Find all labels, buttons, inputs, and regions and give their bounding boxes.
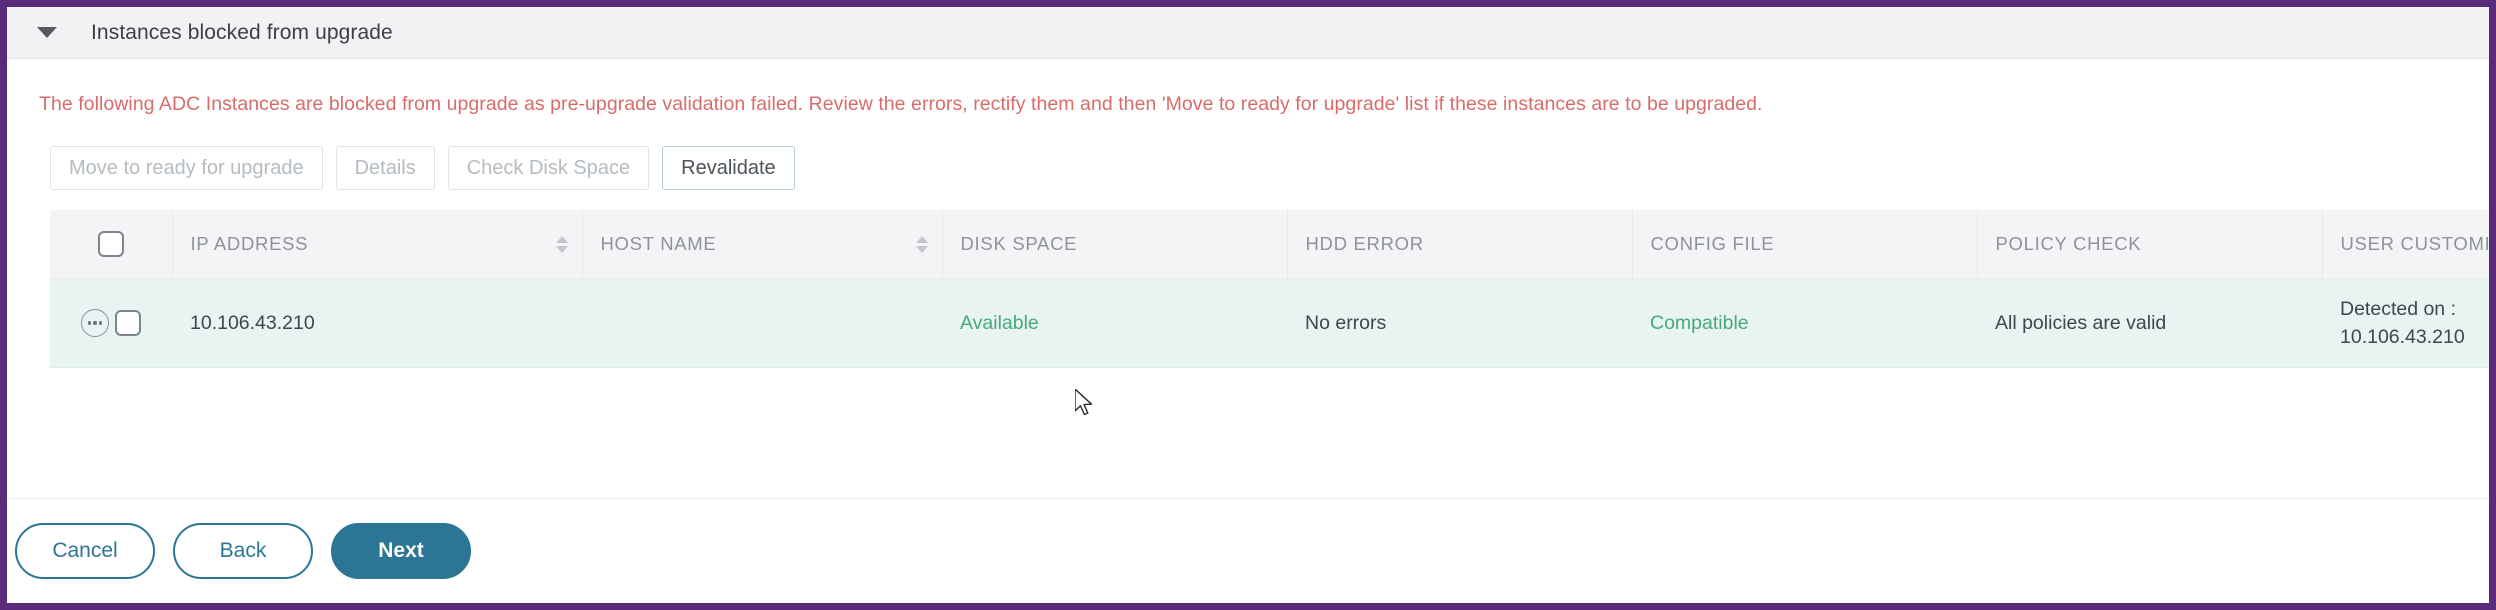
column-label-user-customization: USER CUSTOMIZATION <box>2340 233 2490 254</box>
mouse-cursor <box>1075 389 1093 416</box>
column-label-config-file: CONFIG FILE <box>1650 233 1775 254</box>
revalidate-button[interactable]: Revalidate <box>662 146 795 190</box>
cell-ip-address: 10.106.43.210 <box>172 278 582 368</box>
upgrade-wizard-panel: Instances blocked from upgrade The follo… <box>0 0 2496 610</box>
wizard-footer: Cancel Back Next <box>7 498 2489 603</box>
section-header[interactable]: Instances blocked from upgrade <box>7 7 2489 59</box>
page-title: Instances blocked from upgrade <box>91 20 393 44</box>
chevron-down-icon[interactable] <box>37 27 57 38</box>
user-customization-line2: 10.106.43.210 <box>2340 326 2465 348</box>
cell-user-customization: Detected on : 10.106.43.210 <box>2322 278 2489 368</box>
cell-config-file: Compatible <box>1632 278 1977 368</box>
cell-hdd-error: No errors <box>1287 278 1632 368</box>
user-customization-line1: Detected on : <box>2340 297 2456 320</box>
cell-disk-space: Available <box>942 278 1287 368</box>
column-header-user-customization[interactable]: USER CUSTOMIZATION <box>2322 210 2490 279</box>
cell-policy-check: All policies are valid <box>1977 278 2322 368</box>
warning-message: The following ADC Instances are blocked … <box>39 93 1763 115</box>
instances-table: IP ADDRESS HOST NAME DISK SPACE HDD ERRO… <box>50 210 2490 368</box>
table-toolbar: Move to ready for upgrade Details Check … <box>7 116 2489 190</box>
instances-table-container: IP ADDRESS HOST NAME DISK SPACE HDD ERRO… <box>50 210 2490 368</box>
check-disk-space-button[interactable]: Check Disk Space <box>447 146 650 190</box>
select-all-header <box>50 210 173 279</box>
sort-arrows-icon[interactable] <box>555 235 568 253</box>
column-header-disk-space[interactable]: DISK SPACE <box>942 210 1288 279</box>
table-header-row: IP ADDRESS HOST NAME DISK SPACE HDD ERRO… <box>50 210 2490 279</box>
column-label-ip-address: IP ADDRESS <box>190 233 309 254</box>
ellipsis-circle-icon[interactable] <box>81 309 109 337</box>
cancel-button[interactable]: Cancel <box>15 523 155 579</box>
column-header-host-name[interactable]: HOST NAME <box>582 210 943 279</box>
row-controls-cell <box>50 278 172 368</box>
column-header-config-file[interactable]: CONFIG FILE <box>1632 210 1978 279</box>
panel-body: The following ADC Instances are blocked … <box>7 59 2489 368</box>
column-label-disk-space: DISK SPACE <box>960 233 1078 254</box>
select-all-checkbox[interactable] <box>97 231 124 257</box>
column-label-policy-check: POLICY CHECK <box>1995 233 2142 254</box>
sort-arrows-icon[interactable] <box>915 235 928 253</box>
column-label-hdd-error: HDD ERROR <box>1305 233 1424 254</box>
next-button[interactable]: Next <box>331 523 471 579</box>
column-header-ip-address[interactable]: IP ADDRESS <box>172 210 583 279</box>
cell-host-name <box>582 278 942 368</box>
table-row[interactable]: 10.106.43.210 Available No errors Compat… <box>50 278 2489 368</box>
details-button[interactable]: Details <box>335 146 435 190</box>
column-header-policy-check[interactable]: POLICY CHECK <box>1977 210 2323 279</box>
column-header-hdd-error[interactable]: HDD ERROR <box>1287 210 1633 279</box>
row-checkbox[interactable] <box>115 310 141 336</box>
move-to-ready-for-upgrade-button[interactable]: Move to ready for upgrade <box>50 146 323 190</box>
column-label-host-name: HOST NAME <box>600 233 717 254</box>
back-button[interactable]: Back <box>173 523 313 579</box>
